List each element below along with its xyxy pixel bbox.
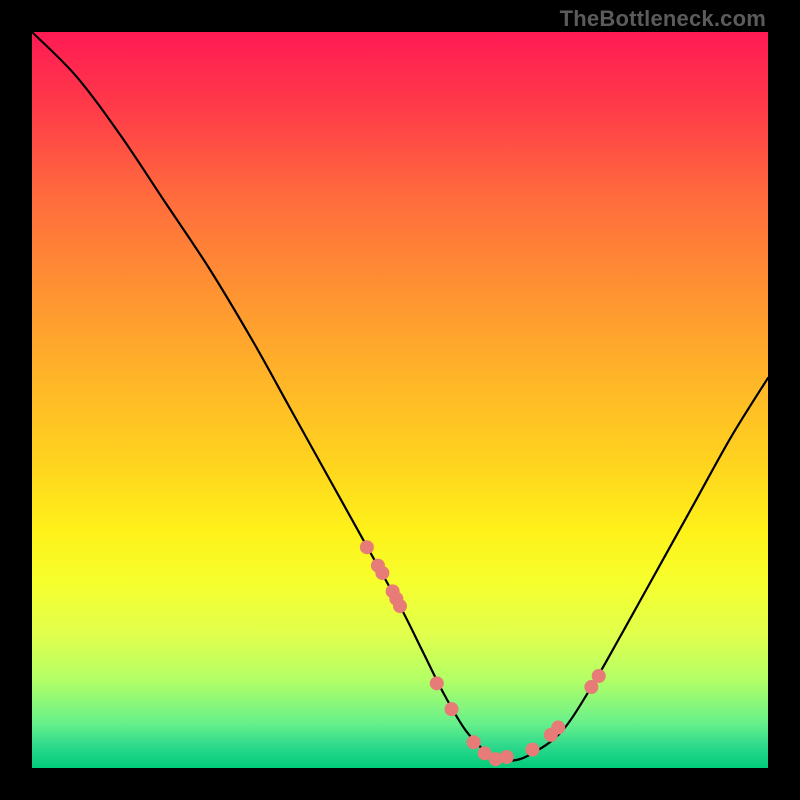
data-point [445, 702, 459, 716]
data-point [430, 676, 444, 690]
data-point [500, 750, 514, 764]
data-point [551, 721, 565, 735]
data-point [393, 599, 407, 613]
marked-points [360, 540, 606, 766]
bottleneck-curve [32, 32, 768, 761]
data-point [375, 566, 389, 580]
data-point [592, 669, 606, 683]
watermark-label: TheBottleneck.com [560, 6, 766, 32]
plot-area [32, 32, 768, 768]
data-point [360, 540, 374, 554]
data-point [467, 735, 481, 749]
curve-svg [32, 32, 768, 768]
data-point [525, 743, 539, 757]
chart-stage: TheBottleneck.com [0, 0, 800, 800]
